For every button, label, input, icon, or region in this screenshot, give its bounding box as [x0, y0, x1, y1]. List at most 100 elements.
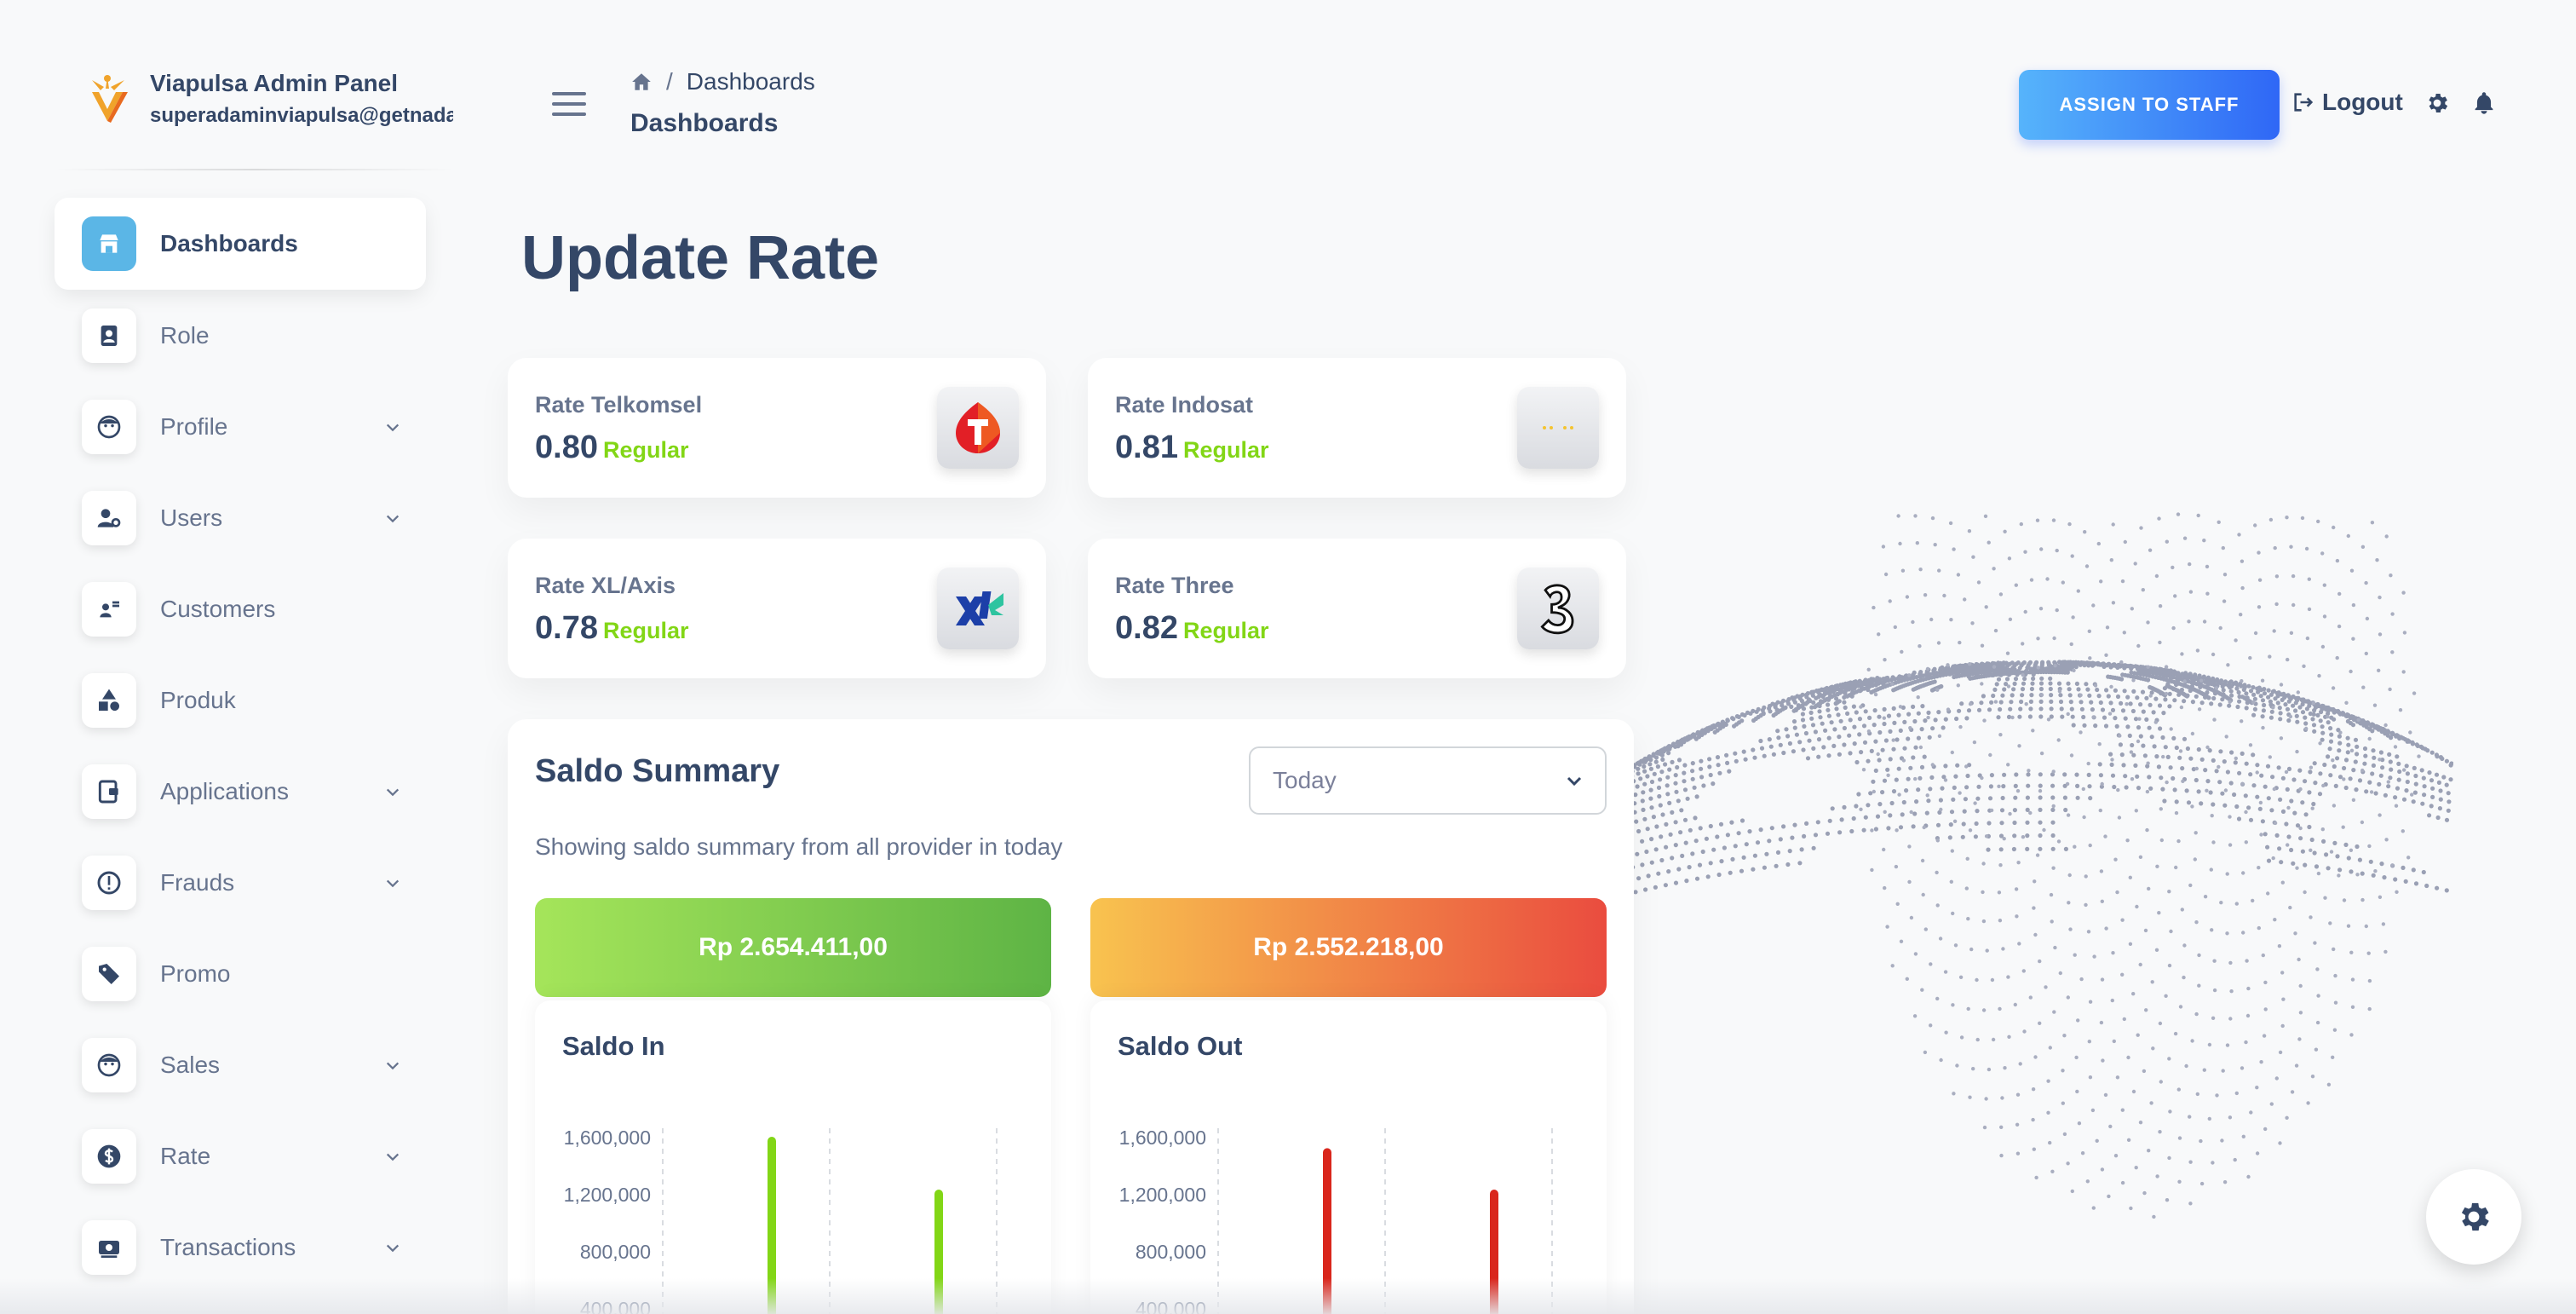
sidebar-item-rate[interactable]: Rate [55, 1110, 426, 1202]
divider [55, 169, 455, 170]
rate-name: Rate Indosat [1115, 392, 1254, 418]
chart-title: Saldo In [562, 1031, 665, 1061]
main-title: Update Rate [521, 224, 880, 292]
chevron-down-icon [386, 515, 400, 522]
sidebar-item-promo[interactable]: Promo [55, 928, 426, 1019]
indosat-logo-icon [1517, 387, 1599, 469]
home-icon[interactable] [630, 71, 653, 93]
assign-to-staff-button[interactable]: ASSIGN TO STAFF [2019, 70, 2280, 140]
rate-value: 0.81 Regular [1115, 429, 1269, 465]
logout-icon [2294, 93, 2314, 112]
sidebar-item-sales[interactable]: Sales [55, 1019, 426, 1110]
logout-label: Logout [2322, 89, 2403, 115]
sidebar-item-produk[interactable]: Produk [55, 654, 426, 746]
period-select-value: Today [1273, 767, 1337, 793]
dollar-circle-icon [82, 1128, 136, 1184]
sidebar-item-label: Promo [160, 960, 231, 987]
sidebar-item-label: Users [160, 504, 223, 531]
settings-gear-icon [2461, 1202, 2489, 1231]
sidebar-nav: Dashboards Role Profile Users Customers Produ… [55, 198, 426, 1293]
chevron-down-icon [386, 1153, 400, 1161]
sidebar-item-label: Applications [160, 777, 289, 804]
sidebar-item-users[interactable]: Users [55, 472, 426, 563]
alert-circle-icon [82, 855, 136, 910]
sidebar-item-label: Sales [160, 1051, 221, 1078]
saldo-in-chart: 1,600,0001,200,000800,000400,000 Saldo I… [535, 1000, 1051, 1314]
y-tick-label: 1,200,000 [564, 1184, 651, 1206]
brand-email: superadaminviapulsa@getnada.com [150, 104, 453, 127]
sidebar-item-label: Frauds [160, 868, 235, 896]
sidebar-item-label: Profile [160, 412, 228, 440]
customer-icon [82, 581, 136, 637]
settings-gear-icon[interactable] [2424, 90, 2450, 116]
chevron-down-icon [386, 1062, 400, 1069]
y-tick-label: 1,200,000 [1119, 1184, 1206, 1206]
sidebar-item-label: Dashboards [160, 230, 298, 256]
sidebar-item-label: Role [160, 321, 210, 349]
chevron-down-icon [386, 424, 400, 431]
rate-type: Regular [1182, 618, 1269, 643]
sidebar-item-profile[interactable]: Profile [55, 381, 426, 472]
rate-card-three: Rate Three 0.82 Regular [1088, 539, 1626, 678]
tag-icon [82, 946, 136, 1001]
breadcrumb-separator: / [666, 68, 673, 95]
sidebar-item-frauds[interactable]: Frauds [55, 837, 426, 928]
money-icon [82, 1219, 136, 1275]
wallet-icon [82, 764, 136, 819]
sidebar: Viapulsa Admin Panel superadaminviapulsa… [0, 0, 460, 1314]
chevron-down-icon [386, 879, 400, 887]
rate-value: 0.78 Regular [535, 610, 689, 646]
saldo-out-total: Rp 2.552.218,00 [1090, 898, 1607, 997]
rate-type: Regular [602, 618, 689, 643]
id-badge-icon [82, 308, 136, 363]
shapes-icon [82, 672, 136, 728]
user-gear-icon [82, 490, 136, 545]
sidebar-item-label: Customers [160, 595, 276, 622]
chevron-down-icon [386, 788, 400, 796]
sidebar-item-dashboards[interactable]: Dashboards [55, 198, 426, 290]
chart-title: Saldo Out [1118, 1031, 1243, 1061]
sidebar-item-role[interactable]: Role [55, 290, 426, 381]
y-tick-label: 1,600,000 [564, 1127, 651, 1149]
rate-card-indosat: Rate Indosat 0.81 Regular [1088, 358, 1626, 498]
saldo-in-total: Rp 2.654.411,00 [535, 898, 1051, 997]
sidebar-item-label: Rate [160, 1142, 211, 1169]
period-select[interactable]: Today [1249, 746, 1607, 815]
brand[interactable]: Viapulsa Admin Panel superadaminviapulsa… [82, 68, 457, 136]
sidebar-item-label: Produk [160, 686, 236, 713]
xl-logo-icon [937, 568, 1019, 649]
three-logo-icon [1517, 568, 1599, 649]
rate-type: Regular [602, 437, 689, 463]
brand-title: Viapulsa Admin Panel [150, 70, 398, 96]
logout-button[interactable]: Logout [2291, 89, 2403, 116]
summary-subtitle: Showing saldo summary from all provider … [535, 833, 1063, 860]
chevron-down-icon [1567, 776, 1582, 787]
rate-value: 0.82 Regular [1115, 610, 1269, 646]
viapulsa-logo-icon [92, 75, 128, 123]
sidebar-item-applications[interactable]: Applications [55, 746, 426, 837]
face-icon [82, 399, 136, 454]
rate-card-xl: Rate XL/Axis 0.78 Regular [508, 539, 1046, 678]
rate-name: Rate Telkomsel [535, 392, 703, 418]
y-tick-label: 1,600,000 [1119, 1127, 1206, 1149]
rate-name: Rate XL/Axis [535, 573, 676, 598]
saldo-out-chart: 1,600,0001,200,000800,000400,000 Saldo O… [1090, 1000, 1607, 1314]
notification-bell-icon[interactable] [2472, 90, 2496, 116]
summary-title: Saldo Summary [535, 753, 780, 789]
breadcrumb: / Dashboards [630, 68, 815, 95]
rate-type: Regular [1182, 437, 1269, 463]
bottom-fade [0, 1278, 2576, 1314]
store-icon [82, 216, 136, 271]
rate-value: 0.80 Regular [535, 429, 689, 465]
chevron-down-icon [386, 1244, 400, 1252]
sidebar-item-customers[interactable]: Customers [55, 563, 426, 654]
y-tick-label: 800,000 [1136, 1241, 1206, 1263]
page-title: Dashboards [630, 109, 779, 137]
configurator-button[interactable] [2426, 1169, 2521, 1265]
hamburger-menu-icon[interactable] [552, 92, 586, 118]
saldo-summary-card: Saldo Summary Today Showing saldo summar… [508, 719, 1634, 1314]
sidebar-item-label: Transactions [160, 1233, 296, 1260]
y-tick-label: 800,000 [580, 1241, 651, 1263]
face-icon [82, 1037, 136, 1092]
breadcrumb-current: Dashboards [686, 68, 815, 95]
